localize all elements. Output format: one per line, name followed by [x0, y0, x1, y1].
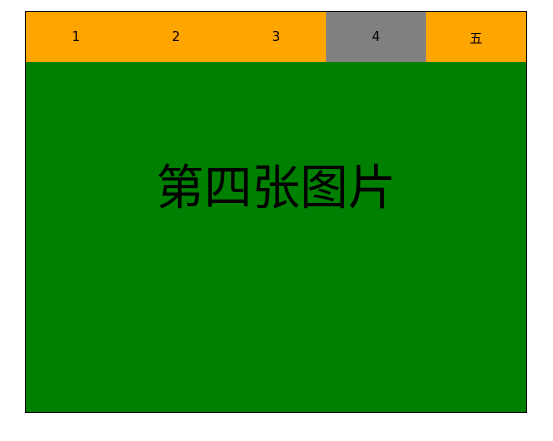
tab-label: 五	[469, 31, 483, 47]
tab-3[interactable]: 3	[226, 12, 326, 62]
tab-label: 1	[71, 29, 81, 45]
tab-label: 2	[171, 29, 181, 45]
panel-text: 第四张图片	[155, 160, 396, 216]
tab-2[interactable]: 2	[126, 12, 226, 62]
tab-bar: 1 2 3 4 五	[26, 12, 526, 62]
slideshow-container: 1 2 3 4 五 第四张图片	[25, 11, 527, 413]
content-panel: 第四张图片	[26, 62, 526, 412]
tab-1[interactable]: 1	[26, 12, 126, 62]
tab-label: 3	[271, 29, 281, 45]
tab-label: 4	[371, 29, 381, 45]
tab-4[interactable]: 4	[326, 12, 426, 62]
tab-5[interactable]: 五	[426, 12, 526, 62]
